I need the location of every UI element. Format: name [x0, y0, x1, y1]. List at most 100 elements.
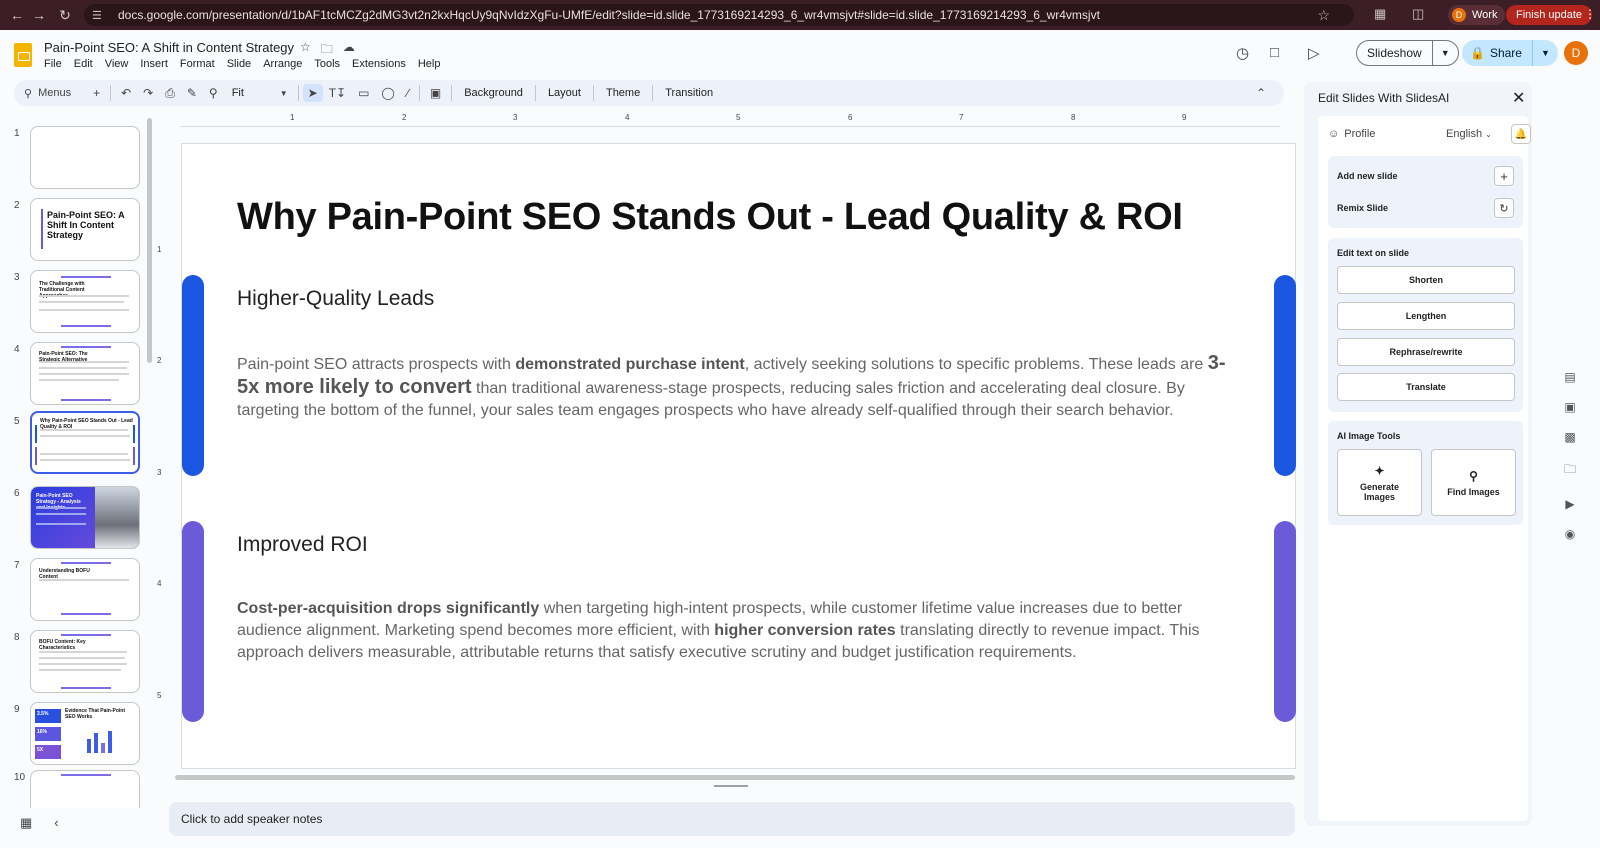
divider: [592, 85, 594, 101]
text-line: [40, 459, 130, 461]
section1-heading[interactable]: Higher-Quality Leads: [237, 287, 434, 311]
document-title[interactable]: Pain-Point SEO: A Shift in Content Strat…: [44, 40, 294, 55]
line-icon[interactable]: ∕: [401, 86, 415, 100]
profile-chip[interactable]: D Work: [1448, 5, 1506, 25]
find-images-button[interactable]: ⚲ Find Images: [1431, 449, 1516, 516]
background-button[interactable]: Background: [456, 87, 531, 99]
slide-thumbnail-4[interactable]: Pain-Point SEO: The Strategic Alternativ…: [30, 342, 140, 405]
slide-canvas[interactable]: Why Pain-Point SEO Stands Out - Lead Qua…: [181, 143, 1296, 769]
browser-menu-icon[interactable]: ⋮: [1584, 7, 1596, 21]
section2-body[interactable]: Cost-per-acquisition drops significantly…: [237, 598, 1237, 664]
print-icon[interactable]: ⎙: [159, 86, 181, 101]
canvas-horizontal-scrollbar[interactable]: [175, 775, 1295, 780]
remix-refresh-button[interactable]: ↻: [1494, 198, 1514, 218]
shape-icon[interactable]: ◯: [375, 86, 400, 100]
slides-logo-icon[interactable]: [14, 43, 32, 67]
addon-icon[interactable]: ▶: [1565, 497, 1574, 511]
comments-icon[interactable]: □: [1270, 44, 1279, 61]
collapse-filmstrip-icon[interactable]: ‹: [54, 815, 58, 831]
language-select[interactable]: English ⌄: [1446, 128, 1492, 140]
grid-view-icon[interactable]: ▦: [20, 815, 32, 831]
new-slide-icon[interactable]: +: [81, 86, 106, 100]
slideshow-dropdown-icon[interactable]: ▼: [1431, 41, 1458, 65]
ruler-tick: 1: [290, 113, 295, 122]
divider: [297, 85, 299, 101]
finish-update-button[interactable]: Finish update: [1506, 5, 1593, 25]
text-box-icon[interactable]: T↧: [323, 86, 352, 100]
share-button[interactable]: 🔒 Share ▼: [1462, 40, 1558, 66]
slide-thumbnail-5[interactable]: Why Pain-Point SEO Stands Out - Lead Qua…: [30, 411, 140, 474]
close-icon[interactable]: ✕: [1512, 88, 1525, 108]
menu-format[interactable]: Format: [180, 58, 215, 70]
bell-icon[interactable]: 🔔: [1511, 124, 1531, 144]
paint-format-icon[interactable]: ✎: [181, 86, 203, 100]
contacts-icon[interactable]: ▩: [1564, 430, 1575, 444]
slide-thumbnail-1[interactable]: [30, 126, 140, 189]
search-menus[interactable]: ⚲ Menus: [14, 87, 81, 100]
lengthen-button[interactable]: Lengthen: [1337, 302, 1515, 330]
back-icon[interactable]: ←: [6, 7, 28, 23]
menu-help[interactable]: Help: [418, 58, 441, 70]
extensions-icon[interactable]: ▦: [1374, 6, 1386, 22]
forward-icon[interactable]: →: [28, 7, 50, 23]
add-comment-icon[interactable]: ▣: [424, 86, 447, 100]
edit-text-heading: Edit text on slide: [1337, 248, 1410, 258]
undo-icon[interactable]: ↶: [115, 86, 137, 100]
ruler-tick: 7: [959, 113, 964, 122]
menu-edit[interactable]: Edit: [74, 58, 93, 70]
ruler-tick: 8: [1071, 113, 1076, 122]
version-history-icon[interactable]: ◷: [1236, 44, 1249, 62]
layout-button[interactable]: Layout: [540, 87, 589, 99]
slide-thumbnail-2[interactable]: Pain-Point SEO: A Shift In Content Strat…: [30, 198, 140, 261]
zoom-select[interactable]: Fit: [224, 87, 274, 99]
collapse-toolbar-icon[interactable]: ⌃: [1250, 86, 1272, 100]
generate-images-button[interactable]: ✦ Generate Images: [1337, 449, 1422, 516]
rephrase-button[interactable]: Rephrase/rewrite: [1337, 338, 1515, 366]
bookmark-star-icon[interactable]: ☆: [1317, 7, 1330, 24]
record-icon[interactable]: ◉: [1565, 527, 1575, 541]
slide-thumbnail-6[interactable]: Pain-Point SEO Strategy - Analysis and I…: [30, 486, 140, 549]
slide-title[interactable]: Why Pain-Point SEO Stands Out - Lead Qua…: [237, 196, 1183, 239]
reload-icon[interactable]: ↻: [54, 7, 76, 24]
slide-thumbnail-3[interactable]: The Challenge with Traditional Content A…: [30, 270, 140, 333]
insert-image-icon[interactable]: ▭: [352, 86, 375, 100]
zoom-dropdown-icon[interactable]: ▼: [274, 89, 294, 98]
slidesai-side-panel: Edit Slides With SlidesAI ✕ ☺ Profile En…: [1304, 82, 1532, 826]
divider: [534, 85, 536, 101]
menu-extensions[interactable]: Extensions: [352, 58, 406, 70]
slide-thumbnail-10[interactable]: [30, 770, 140, 808]
slideshow-button[interactable]: Slideshow ▼: [1356, 40, 1459, 66]
account-avatar[interactable]: D: [1564, 41, 1588, 65]
slide-thumbnail-9[interactable]: 3.5% 16% 5X Evidence That Pain-Point SEO…: [30, 702, 140, 765]
address-bar[interactable]: ☰ docs.google.com/presentation/d/1bAF1tc…: [84, 4, 1354, 26]
translate-button[interactable]: Translate: [1337, 373, 1515, 401]
theme-button[interactable]: Theme: [598, 87, 648, 99]
add-slide-plus-button[interactable]: +: [1494, 166, 1514, 186]
share-dropdown-icon[interactable]: ▼: [1531, 40, 1558, 66]
menu-insert[interactable]: Insert: [140, 58, 168, 70]
filmstrip-scrollbar[interactable]: [147, 118, 152, 363]
tab-search-icon[interactable]: ◫: [1412, 6, 1424, 22]
slide-thumbnail-8[interactable]: BOFU Content: Key Characteristics: [30, 630, 140, 693]
keep-icon[interactable]: ▤: [1564, 370, 1575, 384]
menu-arrange[interactable]: Arrange: [263, 58, 302, 70]
meet-camera-icon[interactable]: ▷: [1308, 44, 1320, 62]
site-info-icon[interactable]: ☰: [92, 9, 108, 22]
notes-resize-handle[interactable]: [714, 785, 748, 787]
speaker-notes[interactable]: Click to add speaker notes: [169, 802, 1295, 836]
folder-icon[interactable]: 🗀: [1564, 460, 1576, 481]
transition-button[interactable]: Transition: [657, 87, 721, 99]
slide-thumbnail-7[interactable]: Understanding BOFU Content: [30, 558, 140, 621]
section1-body[interactable]: Pain-point SEO attracts prospects with d…: [237, 352, 1237, 422]
menu-slide[interactable]: Slide: [227, 58, 251, 70]
section2-heading[interactable]: Improved ROI: [237, 533, 368, 557]
profile-link[interactable]: Profile: [1344, 128, 1375, 140]
tasks-icon[interactable]: ▣: [1564, 400, 1575, 414]
redo-icon[interactable]: ↷: [137, 86, 159, 100]
shorten-button[interactable]: Shorten: [1337, 266, 1515, 294]
menu-view[interactable]: View: [105, 58, 129, 70]
select-cursor-icon[interactable]: ➤: [302, 84, 323, 102]
menu-tools[interactable]: Tools: [314, 58, 340, 70]
menu-file[interactable]: File: [44, 58, 62, 70]
zoom-icon[interactable]: ⚲: [203, 86, 224, 100]
